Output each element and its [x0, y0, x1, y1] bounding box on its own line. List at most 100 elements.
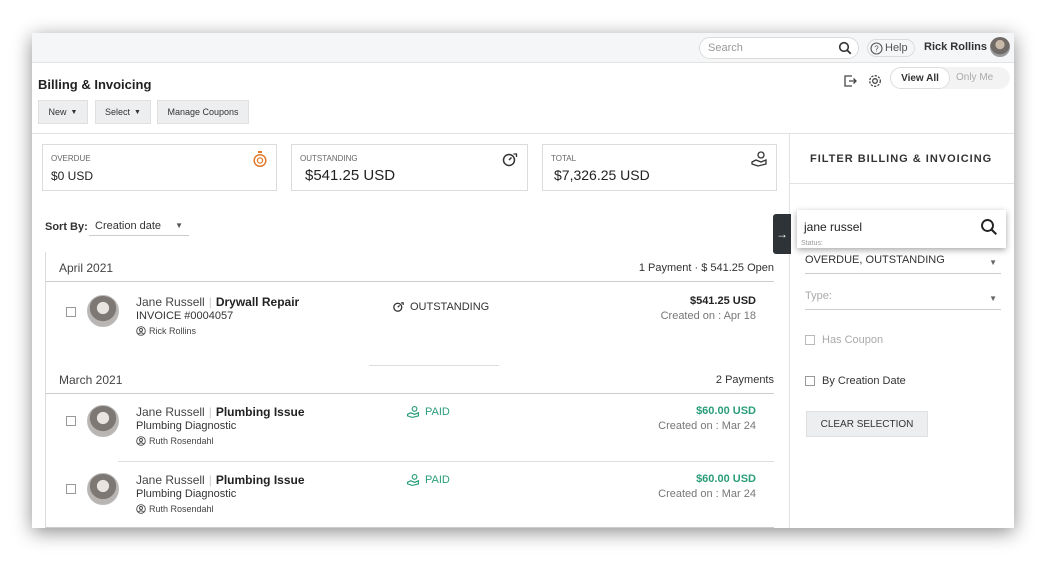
row-divider — [46, 527, 774, 528]
stopwatch-icon — [252, 150, 268, 173]
user-name[interactable]: Rick Rollins — [924, 41, 987, 53]
table-row[interactable]: Jane Russell | Plumbing Issue Plumbing Dia… — [46, 395, 774, 463]
only-me-button[interactable]: Only Me — [956, 72, 993, 83]
technician-name: Rick Rollins — [149, 326, 197, 336]
filter-panel: FILTER BILLING & INVOICING OVERDUE, OUTS… — [789, 134, 1014, 528]
row-created-date: Created on : Apr 18 — [660, 310, 756, 322]
type-select[interactable]: Type: ▼ — [805, 290, 1001, 310]
stat-value: $0 USD — [51, 169, 94, 183]
group-header: April 2021 1 Payment · $ 541.25 Open — [46, 252, 774, 282]
sort-by-label: Sort By: — [45, 221, 88, 233]
stat-outstanding[interactable]: OUTSTANDING $541.25 USD — [291, 144, 528, 191]
group-month: March 2021 — [59, 373, 123, 387]
has-coupon-checkbox[interactable]: Has Coupon — [805, 334, 883, 346]
job-name: Plumbing Issue — [215, 473, 305, 487]
technician-name: Ruth Rosendahl — [149, 436, 214, 446]
search-icon[interactable] — [838, 41, 852, 60]
table-row[interactable]: Jane Russell | Plumbing Issue Plumbing Dia… — [46, 463, 774, 528]
avatar — [87, 473, 119, 505]
new-button[interactable]: New ▼ — [38, 100, 88, 124]
user-avatar[interactable] — [990, 37, 1010, 57]
row-created-date: Created on : Mar 24 — [658, 488, 756, 500]
money-hand-icon — [406, 473, 420, 487]
row-title: Jane Russell | Drywall Repair — [136, 295, 299, 309]
group-header: March 2021 2 Payments — [46, 363, 774, 394]
stat-value: $541.25 USD — [305, 167, 396, 184]
select-label: Select — [105, 107, 131, 117]
caret-down-icon: ▼ — [70, 108, 78, 116]
group-summary: 1 Payment · $ 541.25 Open — [638, 262, 774, 274]
view-all-button[interactable]: View All — [890, 67, 950, 89]
checkbox-box[interactable] — [805, 335, 815, 345]
clear-selection-button[interactable]: CLEAR SELECTION — [806, 411, 928, 437]
has-coupon-label: Has Coupon — [822, 334, 884, 346]
stat-overdue[interactable]: OVERDUE $0 USD — [42, 144, 277, 191]
caret-down-icon: ▼ — [989, 294, 997, 303]
search-icon[interactable] — [980, 218, 998, 241]
select-button[interactable]: Select ▼ — [95, 100, 151, 124]
row-subtitle: INVOICE #0004057 — [136, 310, 234, 322]
sort-value: Creation date — [95, 220, 162, 232]
caret-down-icon: ▼ — [134, 108, 141, 116]
status-label: PAID — [425, 474, 450, 486]
stat-value: $7,326.25 USD — [554, 167, 650, 183]
row-technician: Ruth Rosendahl — [136, 504, 214, 514]
row-title: Jane Russell | Plumbing Issue — [136, 473, 305, 487]
collapse-filter-button[interactable]: → — [773, 214, 791, 254]
user-icon — [136, 436, 146, 446]
filter-title: FILTER BILLING & INVOICING — [790, 134, 1014, 184]
customer-name: Jane Russell — [136, 405, 205, 419]
group-month: April 2021 — [59, 261, 114, 275]
row-divider — [118, 461, 774, 462]
status-field-label: Status: — [801, 240, 823, 247]
avatar — [87, 405, 119, 437]
customer-name: Jane Russell — [136, 295, 205, 309]
row-checkbox[interactable] — [66, 307, 76, 317]
by-creation-date-checkbox[interactable]: By Creation Date — [805, 375, 906, 387]
help-button[interactable]: ? Help — [867, 39, 915, 57]
status-select[interactable]: OVERDUE, OUTSTANDING ▼ — [805, 254, 1001, 274]
avatar — [87, 295, 119, 327]
title-separator: | — [208, 473, 212, 487]
caret-down-icon: ▼ — [989, 258, 997, 267]
stat-total[interactable]: TOTAL $7,326.25 USD — [542, 144, 777, 191]
top-bar: Search ? Help Rick Rollins — [32, 33, 1014, 63]
table-row[interactable]: Jane Russell | Drywall Repair INVOICE #000… — [46, 283, 774, 351]
help-label: Help — [885, 42, 908, 54]
title-separator: | — [208, 295, 212, 309]
search-placeholder: Search — [708, 42, 743, 54]
job-name: Plumbing Issue — [215, 405, 305, 419]
gear-icon[interactable] — [865, 71, 885, 91]
invoice-list: April 2021 1 Payment · $ 541.25 Open Jan… — [45, 252, 774, 528]
row-subtitle: Plumbing Diagnostic — [136, 488, 237, 500]
stat-label: TOTAL — [551, 154, 577, 163]
global-search-input[interactable]: Search — [699, 37, 859, 59]
row-checkbox[interactable] — [66, 484, 76, 494]
export-icon[interactable] — [840, 71, 860, 91]
status-value: OVERDUE, OUTSTANDING — [805, 254, 945, 266]
by-creation-date-label: By Creation Date — [822, 375, 906, 387]
arrow-right-icon: → — [776, 227, 788, 241]
new-label: New — [48, 107, 67, 117]
sort-select[interactable]: Creation date ▼ — [89, 216, 189, 236]
user-icon — [136, 326, 146, 336]
status-label: PAID — [425, 406, 450, 418]
view-toggle: View All Only Me — [890, 67, 1010, 89]
page-title: Billing & Invoicing — [38, 77, 152, 92]
row-technician: Rick Rollins — [136, 326, 196, 336]
timer-arrow-icon — [501, 150, 519, 173]
money-hand-icon — [406, 405, 420, 419]
row-amount: $60.00 USD — [696, 473, 756, 485]
type-placeholder: Type: — [805, 290, 832, 302]
app-window: Search ? Help Rick Rollins Billing & Inv… — [32, 33, 1014, 528]
filter-search-input[interactable]: jane russel Status: — [797, 210, 1006, 248]
row-checkbox[interactable] — [66, 416, 76, 426]
user-icon — [136, 504, 146, 514]
manage-coupons-button[interactable]: Manage Coupons — [157, 100, 249, 124]
filter-search-value: jane russel — [804, 220, 863, 234]
row-created-date: Created on : Mar 24 — [658, 420, 756, 432]
customer-name: Jane Russell — [136, 473, 205, 487]
checkbox-box[interactable] — [805, 376, 815, 386]
status-badge: PAID — [406, 405, 450, 419]
group-summary: 2 Payments — [715, 374, 774, 386]
